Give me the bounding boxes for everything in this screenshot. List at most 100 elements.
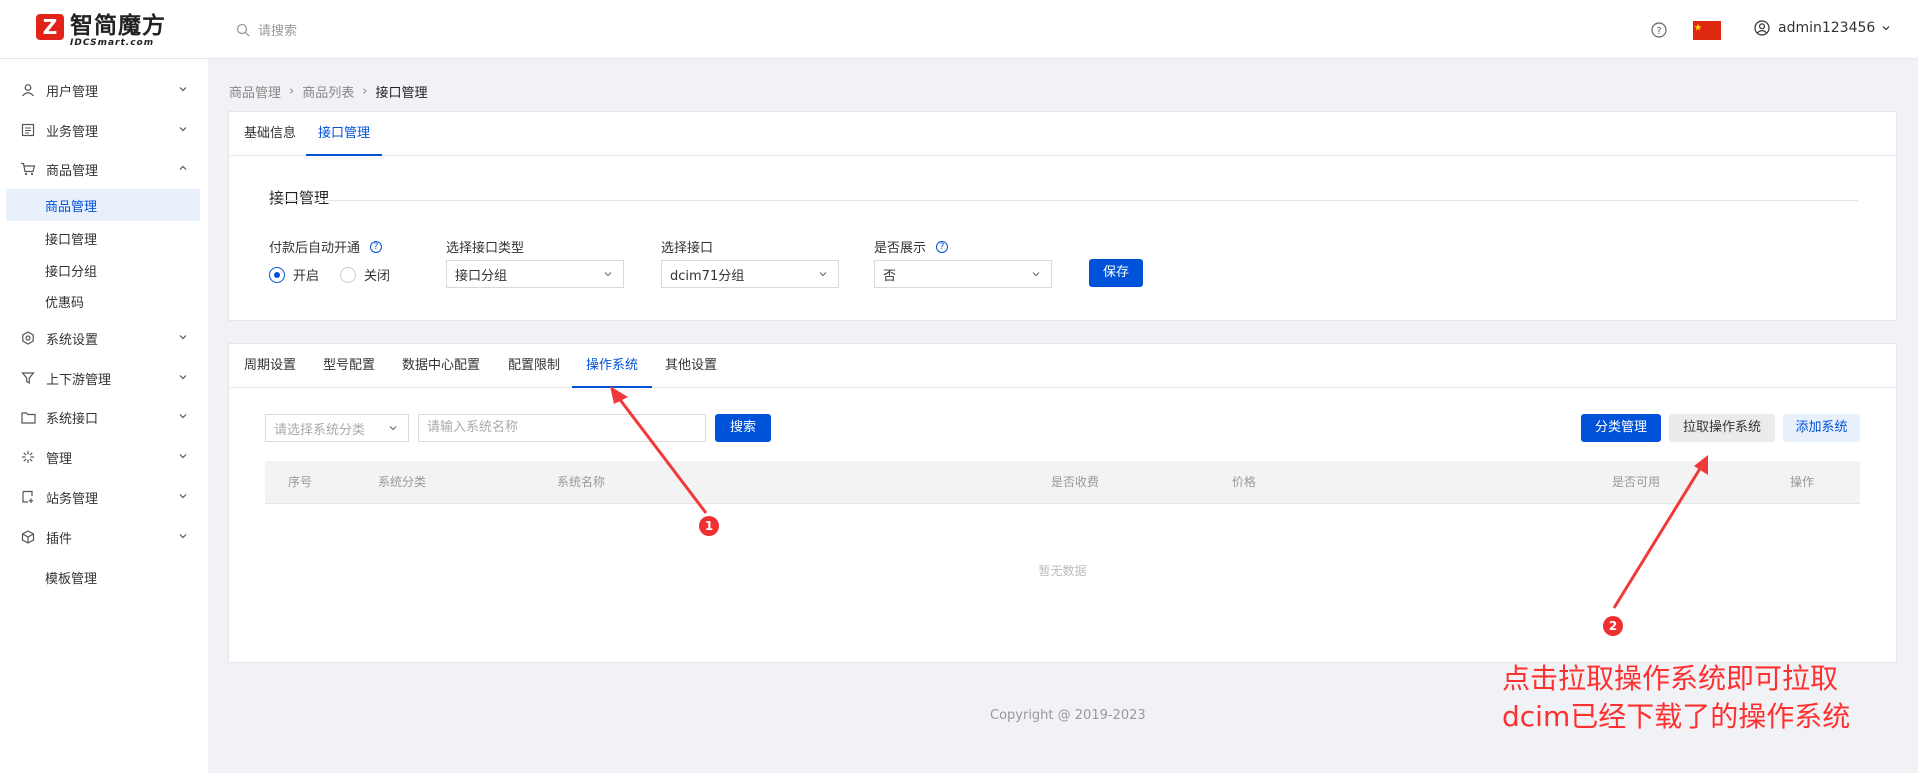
chevron-down-icon — [819, 272, 827, 277]
tab-basic-info[interactable]: 基础信息 — [244, 112, 296, 156]
folder-icon — [20, 409, 36, 425]
sidebar-subitem-interface-groups[interactable]: 接口分组 — [6, 254, 200, 286]
annotation-text: 点击拉取操作系统即可拉取 dcim已经下载了的操作系统 — [1502, 660, 1850, 736]
cube-icon — [20, 529, 36, 545]
help-icon[interactable]: ? — [370, 240, 383, 253]
show-select[interactable]: 否 — [874, 260, 1052, 288]
save-button[interactable]: 保存 — [1089, 259, 1143, 287]
help-icon[interactable]: ? — [1651, 22, 1667, 38]
gear-icon — [20, 330, 36, 346]
tab-interface-management[interactable]: 接口管理 — [306, 112, 383, 156]
sub-tabs: 周期设置 型号配置 数据中心配置 配置限制 操作系统 其他设置 — [229, 344, 1896, 388]
chevron-up-icon — [179, 165, 187, 170]
interface-type-label: 选择接口类型 — [446, 241, 525, 256]
user-icon — [20, 82, 36, 98]
chevron-down-icon — [179, 414, 187, 419]
sidebar-item-label: 系统接口 — [46, 411, 99, 427]
logo[interactable]: Z 智简魔方 IDCSmart.com — [36, 14, 166, 48]
sidebar-item-templates[interactable]: 模板管理 — [0, 561, 208, 593]
tab-model-config[interactable]: 型号配置 — [323, 344, 375, 388]
os-card: 周期设置 型号配置 数据中心配置 配置限制 操作系统 其他设置 请选择系统分类 … — [228, 343, 1897, 663]
tab-other-settings[interactable]: 其他设置 — [665, 344, 717, 388]
column-header: 序号 — [288, 475, 313, 489]
empty-state: 暂无数据 — [1038, 564, 1087, 578]
help-icon[interactable]: ? — [936, 240, 949, 253]
sidebar-item-label: 插件 — [46, 531, 73, 547]
column-header: 是否可用 — [1612, 475, 1661, 489]
top-tabs: 基础信息 接口管理 — [229, 112, 1896, 156]
interface-card: 基础信息 接口管理 接口管理 付款后自动开通? 开启 关闭 选择接口类型 接口分… — [228, 111, 1897, 321]
global-search[interactable]: 请搜索 — [236, 20, 297, 39]
add-os-button[interactable]: 添加系统 — [1783, 414, 1860, 442]
user-circle-icon — [1754, 20, 1770, 36]
sidebar-item-label: 上下游管理 — [46, 372, 112, 388]
pull-os-button[interactable]: 拉取操作系统 — [1669, 414, 1775, 442]
tab-operating-system[interactable]: 操作系统 — [572, 344, 653, 388]
breadcrumb-separator: › — [362, 84, 368, 99]
sidebar-subitem-products[interactable]: 商品管理 — [6, 189, 200, 221]
breadcrumb-item[interactable]: 商品列表 — [302, 82, 354, 101]
section-title: 接口管理 — [269, 189, 330, 207]
sidebar-item-upstream[interactable]: 上下游管理 — [0, 362, 208, 394]
chevron-down-icon — [179, 534, 187, 539]
search-placeholder: 请搜索 — [258, 24, 298, 39]
breadcrumb-separator: › — [289, 84, 295, 99]
username: admin123456 — [1778, 20, 1876, 36]
logo-title: 智简魔方 — [70, 13, 166, 39]
sidebar-item-label: 商品管理 — [46, 163, 99, 179]
top-bar: Z 智简魔方 IDCSmart.com 请搜索 ? admin123456 — [0, 0, 1918, 59]
station-icon — [20, 489, 36, 505]
interface-select[interactable]: dcim71分组 — [661, 260, 839, 288]
tab-datacenter-config[interactable]: 数据中心配置 — [402, 344, 480, 388]
tab-config-limits[interactable]: 配置限制 — [508, 344, 560, 388]
column-header: 价格 — [1232, 475, 1257, 489]
tab-cycle-settings[interactable]: 周期设置 — [244, 344, 296, 388]
search-button[interactable]: 搜索 — [715, 414, 771, 442]
chevron-down-icon — [179, 87, 187, 92]
sidebar-item-label: 站务管理 — [46, 491, 99, 507]
sidebar-item-settings[interactable]: 系统设置 — [0, 322, 208, 354]
sidebar-item-label: 业务管理 — [46, 124, 99, 140]
user-menu[interactable]: admin123456 — [1754, 20, 1899, 36]
sidebar-item-station[interactable]: 站务管理 — [0, 481, 208, 513]
sidebar-item-label: 系统设置 — [46, 332, 99, 348]
svg-text:?: ? — [1656, 26, 1661, 37]
china-flag-icon[interactable] — [1693, 21, 1721, 40]
interface-type-select[interactable]: 接口分组 — [446, 260, 624, 288]
category-manage-button[interactable]: 分类管理 — [1581, 414, 1661, 442]
annotation-badge-2: 2 — [1603, 616, 1623, 636]
sidebar-item-label: 用户管理 — [46, 84, 99, 100]
sidebar-item-plugins[interactable]: 插件 — [0, 521, 208, 553]
breadcrumb: 商品管理 › 商品列表 › 接口管理 — [229, 82, 427, 101]
sidebar-item-users[interactable]: 用户管理 — [0, 74, 208, 106]
show-label: 是否展示? — [874, 237, 949, 256]
column-header: 是否收费 — [1051, 475, 1100, 489]
column-header: 系统名称 — [557, 475, 606, 489]
os-name-input[interactable]: 请输入系统名称 — [418, 414, 706, 442]
sidebar-subitem-coupons[interactable]: 优惠码 — [6, 285, 200, 317]
sidebar-subitem-label: 商品管理 — [45, 199, 98, 215]
column-header: 系统分类 — [378, 475, 427, 489]
annotation-line-1: 点击拉取操作系统即可拉取 — [1502, 662, 1839, 695]
logo-subtitle: IDCSmart.com — [70, 38, 155, 48]
table-header: 序号 系统分类 系统名称 是否收费 价格 是否可用 操作 — [265, 461, 1860, 504]
os-category-select[interactable]: 请选择系统分类 — [265, 414, 409, 442]
interface-label: 选择接口 — [661, 241, 714, 256]
sparkle-icon — [20, 449, 36, 465]
document-icon — [20, 122, 36, 138]
chevron-down-icon — [604, 272, 612, 277]
annotation-badge-1: 1 — [699, 516, 719, 536]
chevron-down-icon — [179, 494, 187, 499]
filter-icon — [20, 370, 36, 386]
sidebar-item-business[interactable]: 业务管理 — [0, 114, 208, 146]
sidebar-item-system-interface[interactable]: 系统接口 — [0, 401, 208, 433]
sidebar-subitem-interfaces[interactable]: 接口管理 — [6, 222, 200, 254]
sidebar-item-manage[interactable]: 管理 — [0, 441, 208, 473]
radio-enable[interactable]: 开启 — [269, 265, 319, 284]
radio-disable[interactable]: 关闭 — [340, 265, 390, 284]
cart-icon — [20, 161, 36, 177]
chevron-down-icon — [179, 127, 187, 132]
sidebar-item-products[interactable]: 商品管理 — [0, 153, 208, 185]
breadcrumb-item[interactable]: 商品管理 — [229, 82, 281, 101]
logo-icon: Z — [36, 14, 64, 40]
